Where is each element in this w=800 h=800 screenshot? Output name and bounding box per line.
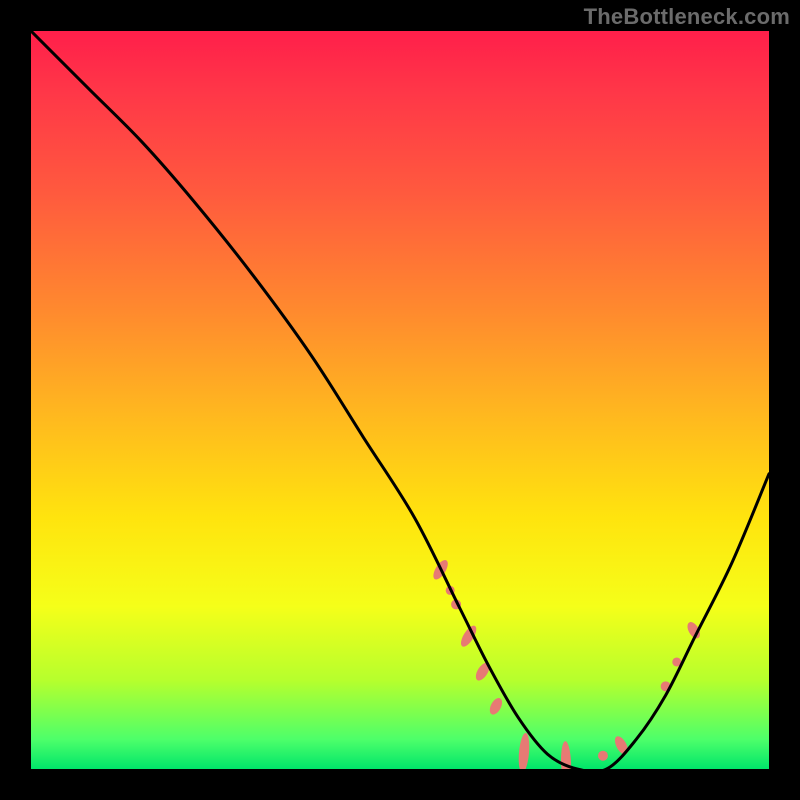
chart-frame: TheBottleneck.com [0, 0, 800, 800]
curve-marker [612, 734, 630, 756]
attribution-label: TheBottleneck.com [584, 4, 790, 30]
curve-marker [517, 732, 530, 769]
markers-group [431, 558, 703, 769]
curve-marker [473, 660, 492, 682]
plot-area [31, 31, 769, 769]
curve-svg [31, 31, 769, 769]
bottleneck-curve [31, 31, 769, 769]
curve-marker [487, 696, 504, 717]
curve-marker [598, 751, 608, 761]
